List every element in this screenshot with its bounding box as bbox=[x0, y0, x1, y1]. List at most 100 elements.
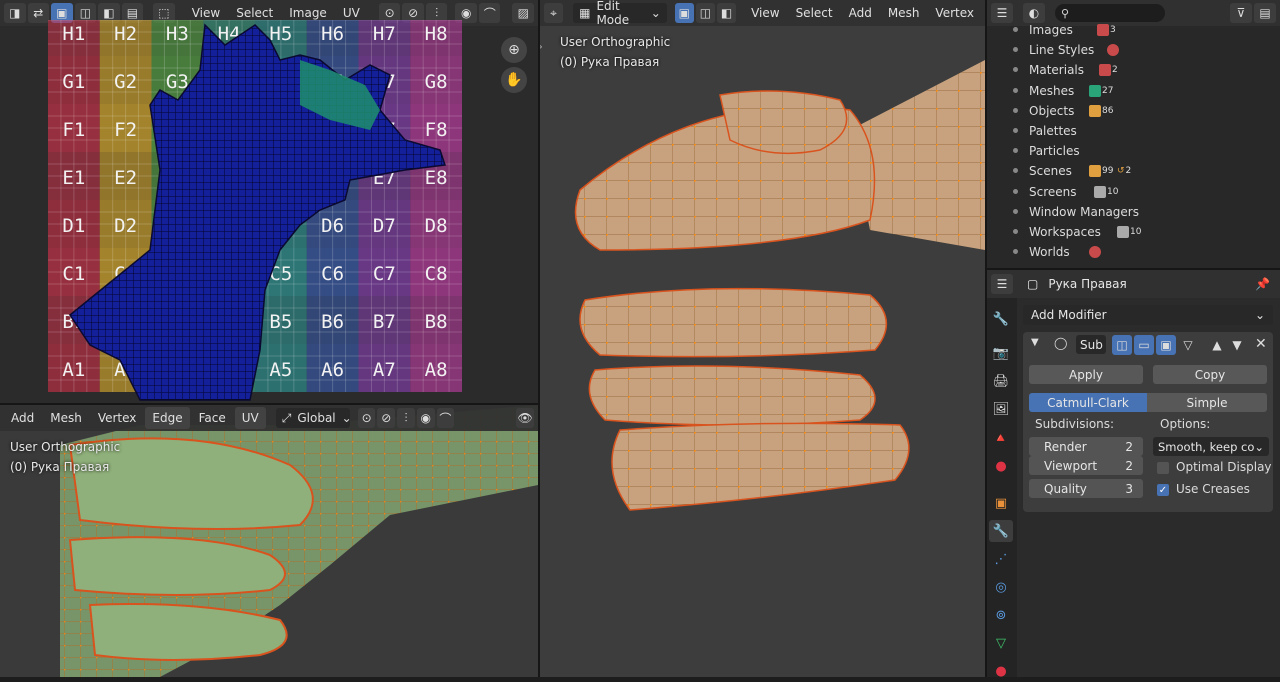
menu-uv[interactable]: UV bbox=[234, 407, 266, 429]
expand-dot-icon[interactable] bbox=[1013, 87, 1018, 93]
outliner-row[interactable]: Screens bbox=[1029, 182, 1077, 202]
zoom-icon[interactable]: ⊕ bbox=[501, 37, 527, 63]
move-up-icon[interactable]: ▲ bbox=[1208, 335, 1226, 355]
vertex-select-icon[interactable]: ▣ bbox=[674, 3, 694, 23]
expand-dot-icon[interactable] bbox=[1013, 188, 1018, 194]
transform-orientation-dropdown[interactable]: ⤢ Global ⌄ bbox=[275, 408, 352, 428]
view-layer-tab-icon[interactable]: 🖼 bbox=[989, 398, 1013, 420]
show-in-viewport-icon[interactable]: ▭ bbox=[1134, 335, 1154, 355]
new-icon[interactable]: ▤ bbox=[1254, 3, 1276, 23]
optimal-display-checkbox[interactable] bbox=[1157, 462, 1169, 474]
material-tab-icon[interactable]: ● bbox=[989, 660, 1013, 682]
world-tab-icon[interactable]: ● bbox=[989, 455, 1013, 477]
expand-dot-icon[interactable] bbox=[1013, 67, 1018, 73]
uv-editor[interactable]: ◨ ⇄ ▣ ◫ ◧ ▤ ⬚ View Select Image UV ⊙ ⊘ ⫶… bbox=[0, 0, 538, 404]
snap-icon[interactable]: ⊘ bbox=[377, 408, 396, 428]
outliner-row[interactable]: Palettes bbox=[1029, 121, 1077, 141]
menu-add[interactable]: Add bbox=[4, 407, 41, 429]
expand-dot-icon[interactable] bbox=[1013, 168, 1018, 174]
outliner-row[interactable]: Images bbox=[1029, 20, 1073, 40]
falloff-icon[interactable]: ⌒ bbox=[436, 408, 455, 428]
editor-type-icon[interactable]: ☰ bbox=[991, 274, 1013, 294]
pan-hand-icon[interactable]: ✋ bbox=[501, 67, 527, 93]
use-creases-checkbox[interactable]: ✓ bbox=[1157, 484, 1169, 496]
outliner-row[interactable]: Window Managers bbox=[1029, 202, 1139, 222]
menu-mesh[interactable]: Mesh bbox=[881, 2, 927, 24]
proportional-edit-icon[interactable]: ◉ bbox=[416, 408, 435, 428]
constraints-tab-icon[interactable]: ⊚ bbox=[989, 604, 1013, 626]
modifier-tab-icon[interactable]: 🔧 bbox=[989, 520, 1013, 542]
outliner-row[interactable]: Worlds bbox=[1029, 242, 1070, 262]
remove-modifier-icon[interactable]: ✕ bbox=[1255, 336, 1267, 352]
menu-vertex[interactable]: Vertex bbox=[928, 2, 981, 24]
edge-select-icon[interactable]: ◫ bbox=[695, 3, 715, 23]
divider-vertical-right[interactable] bbox=[985, 0, 987, 677]
modifier-name: Sub bbox=[1080, 337, 1103, 352]
object-tab-icon[interactable]: ▣ bbox=[989, 492, 1013, 514]
expand-dot-icon[interactable] bbox=[1013, 229, 1018, 234]
menu-add[interactable]: Add bbox=[842, 2, 879, 24]
show-in-render-icon[interactable]: ▣ bbox=[1156, 335, 1176, 355]
collapse-arrow-icon[interactable]: ‹› bbox=[540, 40, 543, 53]
divider-horizontal-right[interactable] bbox=[987, 268, 1280, 270]
mode-dropdown[interactable]: ▦ Edit Mode ⌄ bbox=[573, 0, 667, 27]
add-modifier-dropdown[interactable]: Add Modifier ⌄ bbox=[1023, 305, 1273, 325]
left-viewport[interactable]: Add Mesh Vertex Edge Face UV ⤢ Global ⌄ … bbox=[0, 405, 538, 677]
catmull-clark-button[interactable]: Catmull-Clark bbox=[1029, 393, 1147, 412]
divider-horizontal-left[interactable] bbox=[0, 403, 538, 405]
menu-select[interactable]: Select bbox=[789, 2, 840, 24]
expand-dot-icon[interactable] bbox=[1013, 27, 1018, 32]
on-cage-icon[interactable]: ▽ bbox=[1178, 335, 1198, 355]
modifier-name-field[interactable]: Sub bbox=[1076, 335, 1106, 354]
editor-type-icon[interactable]: ⌖ bbox=[544, 3, 564, 23]
expand-dot-icon[interactable] bbox=[1013, 208, 1018, 214]
menu-vertex[interactable]: Vertex bbox=[91, 407, 144, 429]
render-tab-icon[interactable]: 📷 bbox=[989, 342, 1013, 364]
move-down-icon[interactable]: ▼ bbox=[1228, 335, 1246, 355]
output-tab-icon[interactable]: 🖨 bbox=[989, 370, 1013, 392]
outliner-row[interactable]: Particles bbox=[1029, 141, 1080, 161]
outliner[interactable]: ☰ ◐ ⚲ ⊽ ▤ Images 3 Line Styles Materials 2 Me… bbox=[987, 0, 1280, 268]
expand-arrow-icon[interactable]: ▼ bbox=[1031, 337, 1039, 348]
face-select-icon[interactable]: ◧ bbox=[716, 3, 737, 23]
viewport-levels-field[interactable]: Viewport 2 bbox=[1029, 456, 1143, 475]
simple-button[interactable]: Simple bbox=[1147, 393, 1267, 412]
expand-dot-icon[interactable] bbox=[1013, 47, 1018, 53]
expand-dot-icon[interactable] bbox=[1013, 128, 1018, 133]
menu-view[interactable]: View bbox=[744, 2, 786, 24]
expand-dot-icon[interactable] bbox=[1013, 249, 1018, 255]
expand-dot-icon[interactable] bbox=[1013, 148, 1018, 154]
snap-target-icon[interactable]: ⫶ bbox=[397, 408, 415, 428]
menu-face[interactable]: Face bbox=[192, 407, 233, 429]
render-levels-field[interactable]: Render 2 bbox=[1029, 437, 1143, 456]
menu-edge[interactable]: Edge bbox=[145, 407, 190, 429]
physics-tab-icon[interactable]: ◎ bbox=[989, 576, 1013, 598]
outliner-row[interactable]: Line Styles bbox=[1029, 40, 1094, 60]
filter-icon[interactable]: ⊽ bbox=[1230, 3, 1252, 23]
copy-button[interactable]: Copy bbox=[1153, 365, 1267, 384]
outliner-row[interactable]: Materials bbox=[1029, 60, 1084, 80]
outliner-row[interactable]: Scenes bbox=[1029, 161, 1072, 181]
main-viewport[interactable]: ⌖ ▦ Edit Mode ⌄ ▣ ◫ ◧ View Select Add Me… bbox=[540, 0, 985, 677]
menu-mesh[interactable]: Mesh bbox=[43, 407, 89, 429]
expand-dot-icon[interactable] bbox=[1013, 107, 1018, 113]
use-creases-label: Use Creases bbox=[1176, 482, 1250, 496]
pin-icon[interactable]: 📌 bbox=[1255, 277, 1270, 291]
pivot-point-icon[interactable]: ⊙ bbox=[357, 408, 376, 428]
uv-smooth-dropdown[interactable]: Smooth, keep co... ⌄ bbox=[1153, 437, 1269, 456]
outliner-row[interactable]: Workspaces bbox=[1029, 222, 1101, 242]
datablock-icon bbox=[1107, 42, 1119, 58]
quality-field[interactable]: Quality 3 bbox=[1029, 479, 1143, 498]
divider-vertical[interactable] bbox=[538, 0, 540, 677]
editor-type-icon[interactable]: ☰ bbox=[991, 3, 1013, 23]
outliner-row[interactable]: Objects bbox=[1029, 101, 1074, 121]
apply-button[interactable]: Apply bbox=[1029, 365, 1143, 384]
show-in-editmode-icon[interactable]: ◫ bbox=[1112, 335, 1132, 355]
uv-island bbox=[68, 23, 447, 401]
data-tab-icon[interactable]: ▽ bbox=[989, 632, 1013, 654]
particles-tab-icon[interactable]: ⋰ bbox=[989, 548, 1013, 570]
scene-tab-icon[interactable]: 🔺 bbox=[989, 427, 1013, 449]
outliner-row[interactable]: Meshes bbox=[1029, 81, 1074, 101]
tool-tab-icon[interactable]: 🔧 bbox=[989, 308, 1013, 330]
overlay-visibility-icon[interactable]: 👁 bbox=[516, 408, 534, 428]
